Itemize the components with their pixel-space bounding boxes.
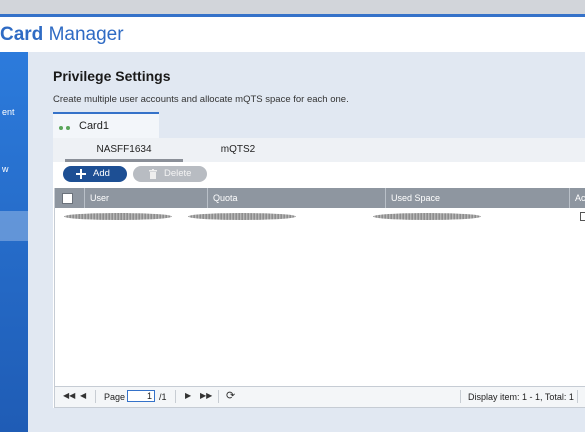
page-label: Page bbox=[104, 392, 126, 402]
prev-page-icon[interactable]: ◀ bbox=[80, 391, 86, 400]
refresh-icon[interactable]: ⟳ bbox=[226, 389, 235, 402]
pager-divider bbox=[218, 390, 219, 403]
first-page-icon[interactable]: ◀◀ bbox=[63, 391, 75, 400]
edit-icon[interactable] bbox=[580, 212, 585, 221]
page-number-input[interactable]: 1 bbox=[127, 390, 155, 402]
redacted-quota bbox=[188, 213, 296, 220]
pager-divider bbox=[95, 390, 96, 403]
column-user[interactable]: User bbox=[84, 188, 207, 208]
column-quota[interactable]: Quota bbox=[207, 188, 385, 208]
card-panel: NASFF1634 mQTS2 Add Delete User Quota Us… bbox=[53, 138, 585, 408]
sidebar-item-1[interactable]: ent bbox=[2, 107, 15, 117]
redacted-used-space bbox=[373, 213, 481, 220]
last-page-icon[interactable]: ▶▶ bbox=[200, 391, 212, 400]
pager-divider bbox=[577, 390, 578, 403]
app-title-bold: Card bbox=[0, 24, 44, 45]
column-action[interactable]: Ac bbox=[569, 188, 585, 208]
sidebar-item-2[interactable]: w bbox=[2, 164, 9, 174]
tab-mqts2[interactable]: mQTS2 bbox=[183, 138, 293, 162]
add-button[interactable]: Add bbox=[63, 166, 127, 182]
table-row[interactable] bbox=[55, 208, 585, 225]
sidebar: ent w bbox=[0, 52, 28, 432]
card-tab-label: Card1 bbox=[79, 120, 109, 132]
page-total: /1 bbox=[159, 392, 167, 402]
column-used-space[interactable]: Used Space bbox=[385, 188, 569, 208]
tab-card1[interactable]: Card1 bbox=[53, 112, 159, 138]
display-info: Display item: 1 - 1, Total: 1 bbox=[468, 392, 574, 402]
trash-icon bbox=[149, 169, 157, 179]
window-top-strip bbox=[0, 0, 585, 14]
select-all-checkbox[interactable] bbox=[62, 193, 73, 204]
status-dot-icon bbox=[66, 126, 70, 130]
redacted-user bbox=[64, 213, 172, 220]
title-bar: Card Manager bbox=[0, 17, 585, 53]
pager-divider bbox=[460, 390, 461, 403]
main-content: Privilege Settings Create multiple user … bbox=[28, 52, 585, 432]
table-header: User Quota Used Space Ac bbox=[55, 188, 585, 208]
next-page-icon[interactable]: ▶ bbox=[185, 391, 191, 400]
app-title: Card Manager bbox=[0, 24, 124, 46]
delete-button-label: Delete bbox=[164, 168, 192, 179]
pager: ◀◀ ◀ Page 1 /1 ▶ ▶▶ ⟳ Display item: 1 - … bbox=[54, 386, 585, 408]
add-button-label: Add bbox=[93, 168, 110, 179]
plus-icon bbox=[76, 169, 86, 179]
status-dot-icon bbox=[59, 126, 63, 130]
page-title: Privilege Settings bbox=[53, 68, 171, 84]
pager-divider bbox=[175, 390, 176, 403]
tab-nasff1634[interactable]: NASFF1634 bbox=[65, 138, 183, 162]
sidebar-item-active[interactable] bbox=[0, 211, 28, 241]
subtab-bar: NASFF1634 mQTS2 bbox=[53, 138, 585, 162]
page-description: Create multiple user accounts and alloca… bbox=[53, 94, 349, 105]
users-table: User Quota Used Space Ac bbox=[54, 188, 585, 387]
delete-button[interactable]: Delete bbox=[133, 166, 207, 182]
app-title-rest: Manager bbox=[43, 24, 124, 45]
